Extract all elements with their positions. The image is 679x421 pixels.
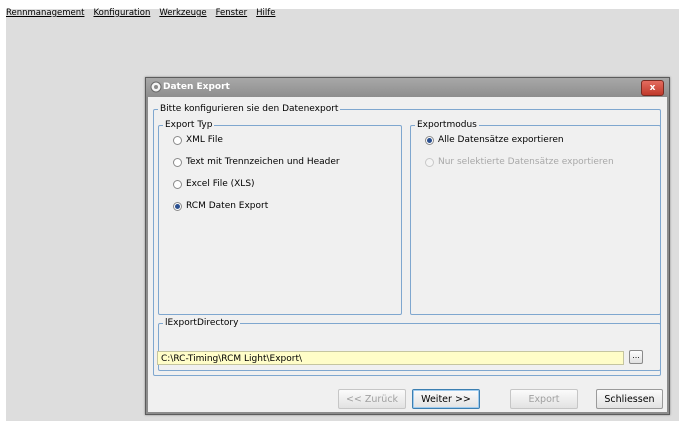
daten-export-dialog: Daten Export x Bitte konfigurieren sie d… [145,77,670,415]
export-directory-field[interactable]: C:\RC-Timing\RCM Light\Export\ [157,351,624,365]
export-mode-legend: Exportmodus [417,120,477,130]
radio-label: XML File [186,135,223,145]
radio-rcm-daten-export[interactable]: RCM Daten Export [173,201,268,211]
radio-text-trennzeichen[interactable]: Text mit Trennzeichen und Header [173,157,340,167]
schliessen-button[interactable]: Schliessen [596,389,663,409]
configuration-group-legend: Bitte konfigurieren sie den Datenexport [160,104,339,114]
radio-button-disabled[interactable] [425,157,434,167]
dialog-content: Bitte konfigurieren sie den Datenexport … [148,97,667,412]
menu-werkzeuge[interactable]: Werkzeuge [159,8,206,18]
menu-hilfe[interactable]: Hilfe [256,8,275,18]
radio-label: RCM Daten Export [186,201,269,211]
menu-rennmanagement[interactable]: Rennmanagement [6,8,84,18]
menu-konfiguration[interactable]: Konfiguration [93,8,150,18]
export-mode-group: Exportmodus [410,120,661,315]
radio-alle-datensaetze[interactable]: Alle Datensätze exportieren [425,135,564,145]
menu-bar: Rennmanagement Konfiguration Werkzeuge F… [0,0,275,26]
menu-fenster[interactable]: Fenster [216,8,248,18]
radio-xml-file[interactable]: XML File [173,135,223,145]
dialog-title: Daten Export [163,82,230,92]
export-type-group: Export Typ [158,120,402,315]
browse-directory-button[interactable]: ... [629,350,643,364]
radio-label: Alle Datensätze exportieren [438,135,564,145]
radio-label: Nur selektierte Datensätze exportieren [438,157,614,167]
radio-button-selected[interactable] [173,201,182,211]
radio-nur-selektierte[interactable]: Nur selektierte Datensätze exportieren [425,157,614,167]
next-button[interactable]: Weiter >> [412,389,480,409]
radio-button-selected[interactable] [425,135,434,145]
app-gear-icon [150,81,162,93]
back-button[interactable]: << Zurück [338,389,406,409]
export-button[interactable]: Export [510,389,578,409]
export-type-legend: Export Typ [165,120,213,130]
radio-button[interactable] [173,135,182,145]
radio-button[interactable] [173,179,182,189]
close-icon: x [649,83,656,93]
export-directory-legend: lExportDirectory [165,318,239,328]
radio-excel-file[interactable]: Excel File (XLS) [173,179,255,189]
radio-label: Excel File (XLS) [186,179,255,189]
radio-label: Text mit Trennzeichen und Header [186,157,340,167]
ellipsis-icon: ... [632,351,640,360]
radio-button[interactable] [173,157,182,167]
close-window-button[interactable]: x [641,80,664,96]
dialog-titlebar[interactable]: Daten Export x [146,78,669,97]
